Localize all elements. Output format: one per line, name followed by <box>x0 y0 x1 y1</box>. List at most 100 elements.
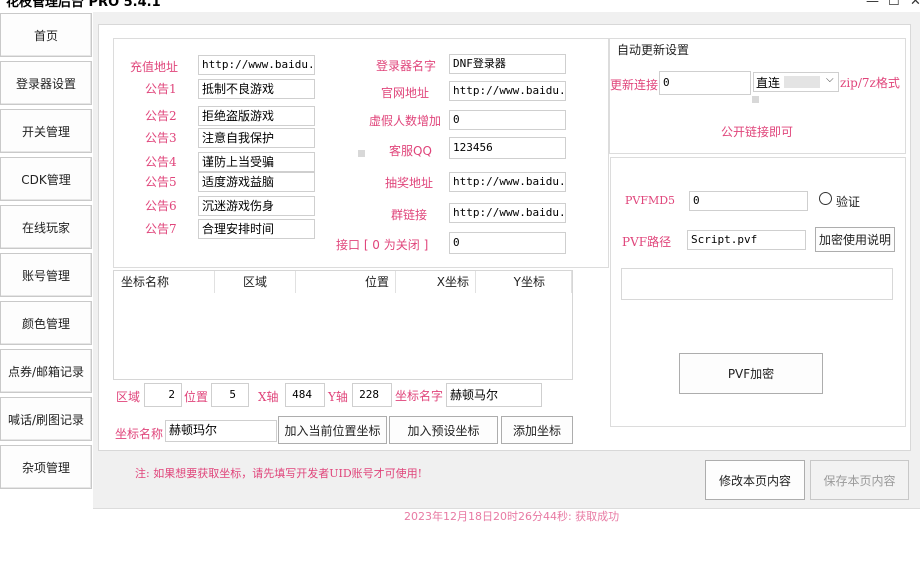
notice-7-input[interactable]: 合理安排时间 <box>198 219 315 239</box>
fake-players-label: 虚假人数增加 <box>369 114 442 128</box>
notice-3-input[interactable]: 注意自我保护 <box>198 128 315 148</box>
coord-name2-input[interactable]: 赫顿玛尔 <box>165 420 277 442</box>
sidebar-item-colors[interactable]: 颜色管理 <box>0 301 92 345</box>
notice-2-label: 公告2 <box>145 109 177 123</box>
group-link-label: 群链接 <box>391 208 428 222</box>
launcher-name-label: 登录器名字 <box>376 59 437 73</box>
coord-name2-label: 坐标名称 <box>115 427 164 441</box>
footer-note: 注: 如果想要获取坐标，请先填写开发者UID账号才可使用! <box>135 467 423 480</box>
update-link-input[interactable]: 0 <box>659 71 751 95</box>
pvf-path-input[interactable]: Script.pvf <box>687 230 806 250</box>
notice-5-input[interactable]: 适度游戏益脑 <box>198 172 315 192</box>
resize-grip <box>752 96 759 103</box>
coord-name-label: 坐标名字 <box>395 389 444 403</box>
x-axis-label: X轴 <box>258 390 279 404</box>
maximize-icon[interactable]: ☐ <box>888 0 900 9</box>
notice-6-label: 公告6 <box>145 199 177 213</box>
add-coord-button[interactable]: 添加坐标 <box>501 416 573 444</box>
chevron-down-icon: ⌵ <box>826 74 834 85</box>
notice-1-label: 公告1 <box>145 82 177 96</box>
encrypt-help-label: 加密使用说明 <box>818 233 891 247</box>
x-axis-input[interactable]: 484 <box>285 383 325 407</box>
column-header-x[interactable]: X坐标 <box>396 271 476 293</box>
service-qq-label: 客服QQ <box>389 144 432 158</box>
recharge-url-input[interactable]: http://www.baidu.co <box>198 55 315 75</box>
add-preset-coord-label: 加入预设坐标 <box>407 423 480 438</box>
coords-listview[interactable]: 坐标名称 区域 位置 X坐标 Y坐标 <box>113 270 573 380</box>
notice-4-input[interactable]: 谨防上当受骗 <box>198 152 315 172</box>
column-header-position[interactable]: 位置 <box>296 271 396 293</box>
port-input[interactable]: 0 <box>449 232 566 254</box>
launcher-name-input[interactable]: DNF登录器 <box>449 54 566 74</box>
update-mode-select[interactable]: 直连 ⌵ <box>753 72 839 92</box>
recharge-label: 充值地址 <box>130 60 179 74</box>
sidebar-item-accounts[interactable]: 账号管理 <box>0 253 92 297</box>
sidebar-item-misc[interactable]: 杂项管理 <box>0 445 92 489</box>
sidebar-item-label: 在线玩家 <box>21 220 70 235</box>
position-input[interactable]: 5 <box>211 383 249 407</box>
sidebar-item-label: CDK管理 <box>21 172 71 187</box>
notice-5-label: 公告5 <box>145 175 177 189</box>
sidebar-item-label: 首页 <box>33 28 58 43</box>
position-label: 位置 <box>184 390 209 404</box>
sidebar-item-label: 点券/邮箱记录 <box>7 364 85 379</box>
sidebar-item-home[interactable]: 首页 <box>0 13 92 57</box>
lottery-input[interactable]: http://www.baidu.cc <box>449 172 566 192</box>
save-page-button[interactable]: 保存本页内容 <box>810 460 909 500</box>
sidebar-item-label: 登录器设置 <box>15 76 76 91</box>
region-input[interactable]: 2 <box>144 383 182 407</box>
update-mode-value: 直连 <box>756 76 781 90</box>
column-header-region[interactable]: 区域 <box>215 271 296 293</box>
add-current-position-button[interactable]: 加入当前位置坐标 <box>278 416 387 444</box>
minimize-icon[interactable]: — <box>866 0 879 9</box>
auto-update-title: 自动更新设置 <box>615 41 692 58</box>
add-coord-label: 添加坐标 <box>512 423 561 438</box>
column-header-y[interactable]: Y坐标 <box>476 271 572 293</box>
pvf-encrypt-label: PVF加密 <box>727 367 775 381</box>
update-hint: 公开链接即可 <box>721 125 794 139</box>
fake-players-input[interactable]: 0 <box>449 110 566 130</box>
group-link-input[interactable]: http://www.baidu.cc <box>449 203 566 223</box>
service-qq-input[interactable]: 123456 <box>449 137 566 159</box>
close-icon[interactable]: ✕ <box>910 0 920 9</box>
sidebar: 首页 登录器设置 开关管理 CDK管理 在线玩家 账号管理 颜色管理 点券/邮箱… <box>0 12 93 573</box>
sidebar-item-label: 账号管理 <box>21 268 70 283</box>
coord-name-input[interactable]: 赫顿马尔 <box>446 383 542 407</box>
website-label: 官网地址 <box>381 86 430 100</box>
sidebar-item-label: 开关管理 <box>21 124 70 139</box>
status-text: 2023年12月18日20时26分44秒: 获取成功 <box>404 510 620 523</box>
region-label: 区域 <box>116 390 141 404</box>
port-label: 接口 [ 0 为关闭 ] <box>336 238 429 252</box>
resize-grip <box>358 150 365 157</box>
sidebar-item-switches[interactable]: 开关管理 <box>0 109 92 153</box>
sidebar-item-launcher-settings[interactable]: 登录器设置 <box>0 61 92 105</box>
sidebar-item-shout-map[interactable]: 喊话/刷图记录 <box>0 397 92 441</box>
title-bar: 花枝管理后台 PRO 5.4.1 — ☐ ✕ <box>0 0 920 12</box>
encrypt-help-button[interactable]: 加密使用说明 <box>815 227 895 252</box>
modify-page-label: 修改本页内容 <box>718 473 791 488</box>
add-preset-coord-button[interactable]: 加入预设坐标 <box>389 416 498 444</box>
website-input[interactable]: http://www.baidu.cc <box>449 81 566 101</box>
notice-3-label: 公告3 <box>145 131 177 145</box>
y-axis-label: Y轴 <box>328 390 348 404</box>
lottery-label: 抽奖地址 <box>385 176 434 190</box>
sidebar-item-coupon-mail[interactable]: 点券/邮箱记录 <box>0 349 92 393</box>
column-header-name[interactable]: 坐标名称 <box>114 271 215 293</box>
sidebar-item-online-players[interactable]: 在线玩家 <box>0 205 92 249</box>
notice-6-input[interactable]: 沉迷游戏伤身 <box>198 196 315 216</box>
pvf-encrypt-button[interactable]: PVF加密 <box>679 353 823 394</box>
pvf-md5-input[interactable]: 0 <box>689 191 808 211</box>
pvf-output-field[interactable] <box>621 268 893 300</box>
notice-1-input[interactable]: 抵制不良游戏 <box>198 79 315 99</box>
verify-radio[interactable] <box>819 192 832 205</box>
pvf-md5-label: PVFMD5 <box>625 194 676 207</box>
pvf-path-label: PVF路径 <box>622 235 672 249</box>
sidebar-item-label: 喊话/刷图记录 <box>7 412 85 427</box>
modify-page-button[interactable]: 修改本页内容 <box>705 460 805 500</box>
add-current-position-label: 加入当前位置坐标 <box>284 423 381 438</box>
notice-2-input[interactable]: 拒绝盗版游戏 <box>198 106 315 126</box>
window-title: 花枝管理后台 PRO 5.4.1 <box>6 0 161 10</box>
sidebar-item-cdk[interactable]: CDK管理 <box>0 157 92 201</box>
save-page-label: 保存本页内容 <box>823 473 896 488</box>
y-axis-input[interactable]: 228 <box>352 383 392 407</box>
